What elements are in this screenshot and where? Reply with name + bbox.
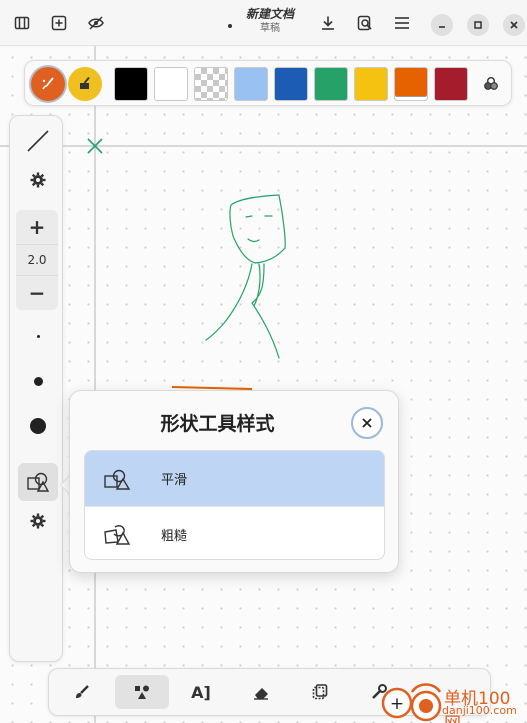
svg-text:+: + <box>390 694 404 714</box>
swatch-yellow[interactable] <box>354 67 388 101</box>
swatch-blue[interactable] <box>274 67 308 101</box>
swatch-white[interactable] <box>154 67 188 101</box>
brush-tool-button[interactable] <box>55 675 109 709</box>
size-medium-dot-icon <box>33 376 43 386</box>
new-page-icon[interactable] <box>45 9 73 37</box>
smooth-shapes-icon <box>104 469 131 490</box>
swatch-light-blue[interactable] <box>234 67 268 101</box>
shape-style-options: 平滑 粗糙 <box>84 450 385 560</box>
selector-icon <box>312 684 328 700</box>
popover-close-button[interactable] <box>351 407 383 439</box>
header-bar: 新建文档 草稿 <box>0 0 527 46</box>
gear-icon[interactable] <box>18 161 58 199</box>
size-stepper: + 2.0 − <box>16 210 58 310</box>
color-toolbar <box>24 60 512 106</box>
palette-icon[interactable] <box>474 67 508 101</box>
canvas-horizontal-axis <box>0 145 527 147</box>
pen-color-icon[interactable] <box>31 67 65 101</box>
download-icon[interactable] <box>314 9 342 37</box>
option-smooth-label: 平滑 <box>161 473 188 488</box>
shape-settings-gear-icon[interactable] <box>18 502 58 540</box>
close-icon[interactable] <box>503 14 525 36</box>
hide-icon[interactable] <box>82 9 110 37</box>
size-large-dot-icon <box>30 418 46 434</box>
tool-settings-sidebar: + 2.0 − <box>9 115 63 662</box>
eraser-icon <box>254 688 268 700</box>
swatch-green[interactable] <box>314 67 348 101</box>
minimize-icon[interactable] <box>431 14 453 36</box>
selector-tool-button[interactable] <box>293 675 347 709</box>
watermark-url: danji100.com <box>442 704 517 717</box>
size-value: 2.0 <box>16 244 58 276</box>
origin-cross-icon <box>87 138 103 154</box>
eraser-tool-button[interactable] <box>234 675 288 709</box>
maximize-icon[interactable] <box>467 14 489 36</box>
option-rough[interactable]: 粗糙 <box>85 506 384 559</box>
popover-title: 形状工具样式 <box>160 413 275 435</box>
menu-icon[interactable] <box>388 9 416 37</box>
rough-shapes-icon <box>104 525 131 545</box>
swatch-red[interactable] <box>434 67 468 101</box>
sidebar-toggle-icon[interactable] <box>8 9 36 37</box>
swatch-transparent[interactable] <box>194 67 228 101</box>
size-increase-button[interactable]: + <box>16 211 58 243</box>
size-large-button[interactable] <box>18 407 58 445</box>
size-small-button[interactable] <box>18 317 58 355</box>
fill-color-icon[interactable] <box>68 67 102 101</box>
swatch-orange[interactable] <box>394 67 428 101</box>
close-icon <box>362 418 372 428</box>
option-rough-label: 粗糙 <box>161 528 188 544</box>
drawing-canvas[interactable] <box>0 46 527 723</box>
brush-icon <box>76 685 89 698</box>
size-medium-button[interactable] <box>18 362 58 400</box>
open-icon[interactable] <box>351 9 379 37</box>
text-tool-label: A] <box>191 682 211 702</box>
shapes-tool-icon <box>135 685 149 699</box>
line-icon[interactable] <box>18 122 58 160</box>
shapes-icon[interactable] <box>18 463 58 501</box>
option-smooth[interactable]: 平滑 <box>85 451 384 506</box>
swatch-black[interactable] <box>114 67 148 101</box>
shape-style-popover: 形状工具样式 平滑 粗糙 <box>69 390 399 573</box>
text-tool-button[interactable]: A] <box>174 675 228 709</box>
size-small-dot-icon <box>36 334 40 338</box>
shape-tool-button[interactable] <box>115 675 169 709</box>
size-decrease-button[interactable]: − <box>16 277 58 309</box>
